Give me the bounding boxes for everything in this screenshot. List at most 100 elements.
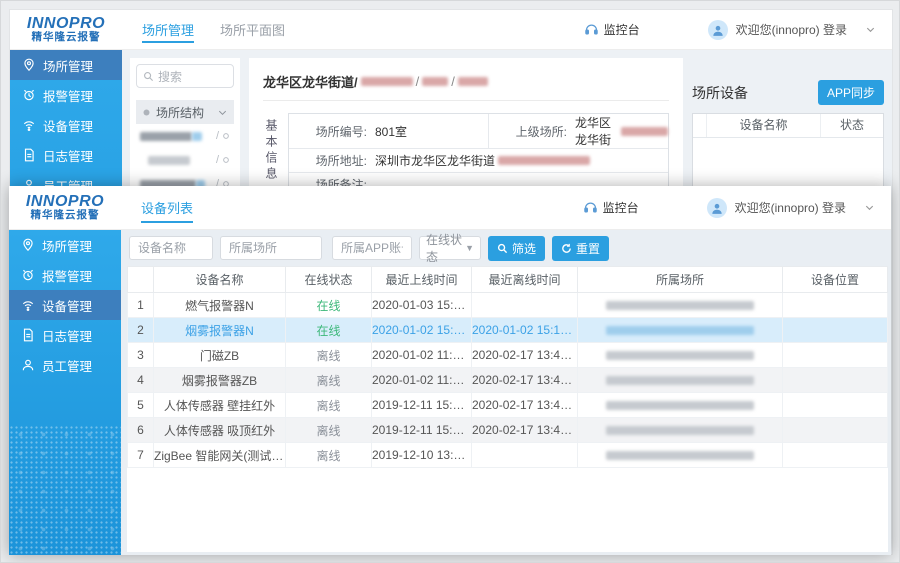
location-cell [783,293,888,318]
tree-item[interactable]: / [136,148,234,172]
tree-item-actions[interactable]: / [216,130,230,142]
redacted-text [606,451,754,460]
sidebar-item-staff[interactable]: 员工管理 [9,350,121,380]
last-online-cell: 2020-01-03 15:59:34 [372,293,472,318]
user-menu-chevron[interactable] [864,202,875,213]
logo-text: INNOPRO [27,16,105,33]
monitor-link[interactable]: 监控台 [584,21,640,38]
redacted-text [606,326,754,335]
status-badge: 离线 [316,349,340,363]
location-cell [783,418,888,443]
gear-icon [222,156,230,164]
monitor-link[interactable]: 监控台 [583,199,639,216]
monitor-label: 监控台 [603,199,639,216]
sidebar-item-devices[interactable]: 设备管理 [9,290,121,320]
last-offline-cell: 2020-02-17 13:44:13 [472,368,578,393]
table-row[interactable]: 7 ZigBee 智能网关(测试-韦) 离线 2019-12-10 13:36:… [128,443,888,468]
last-online-cell: 2020-01-02 11:38:08 [372,343,472,368]
device-name-cell[interactable]: ZigBee 智能网关(测试-韦) [154,443,286,468]
table-row[interactable]: 1 燃气报警器N 在线 2020-01-03 15:59:34 [128,293,888,318]
device-name-cell[interactable]: 人体传感器 壁挂红外 [154,393,286,418]
refresh-icon [561,243,572,254]
front-header-right: 监控台 欢迎您(innopro) 登录 [583,186,891,229]
app-account-filter-input[interactable] [332,236,412,260]
last-online-cell: 2020-01-02 15:17:12 [372,318,472,343]
breadcrumb-prefix: 龙华区龙华街道/ [263,72,358,91]
device-name-cell[interactable]: 门磁ZB [154,343,286,368]
sidebar-item-places[interactable]: 场所管理 [9,230,121,260]
logo-subtitle: 精华隆云报警 [31,210,100,221]
sidebar-label: 日志管理 [42,326,92,345]
device-name-cell[interactable]: 燃气报警器N [154,293,286,318]
tree-item-actions[interactable]: / [216,154,230,166]
sidebar-item-alarms[interactable]: 报警管理 [9,260,121,290]
search-placeholder: 搜索 [158,68,182,85]
headset-icon [584,22,599,37]
location-cell [783,368,888,393]
select-arrow-icon: ▼ [465,243,474,253]
front-header: INNOPRO 精华隆云报警 设备列表 监控台 欢迎您(innopro) 登录 [9,186,891,230]
tab-place-floorplan[interactable]: 场所平面图 [220,10,285,49]
status-badge: 离线 [316,374,340,388]
place-filter-input[interactable] [220,236,322,260]
gear-icon [222,132,230,140]
table-row-selected[interactable]: 2 烟雾报警器N 在线 2020-01-02 15:17:12 2020-01-… [128,318,888,343]
avatar[interactable] [707,198,727,218]
place-cell [578,393,783,418]
welcome-text: 欢迎您(innopro) 登录 [735,199,846,216]
device-name-filter-input[interactable] [129,236,213,260]
table-row[interactable]: 3 门磁ZB 离线 2020-01-02 11:38:08 2020-02-17… [128,343,888,368]
redacted-text [458,77,488,86]
app-sync-button[interactable]: APP同步 [818,80,884,105]
reset-button[interactable]: 重置 [552,236,609,261]
status-badge: 离线 [316,424,340,438]
alarm-icon [21,268,35,282]
tree-title: 场所结构 [156,104,204,121]
user-menu-chevron[interactable] [865,24,876,35]
sidebar-item-logs[interactable]: 日志管理 [9,320,121,350]
sidebar-label: 员工管理 [42,356,92,375]
tree-search-input[interactable]: 搜索 [136,64,234,88]
table-row[interactable]: 6 人体传感器 吸顶红外 离线 2019-12-11 15:36:53 2020… [128,418,888,443]
app-stage: INNOPRO 精华隆云报警 场所管理 场所平面图 监控台 欢迎您(innopr… [0,0,900,563]
col-place: 所属场所 [578,267,783,293]
device-name-cell[interactable]: 烟雾报警器N [154,318,286,343]
world-map-decoration [9,425,121,555]
device-name-cell[interactable]: 人体传感器 吸顶红外 [154,418,286,443]
table-row[interactable]: 5 人体传感器 壁挂红外 离线 2019-12-11 15:42:30 2020… [128,393,888,418]
col-device-status: 状态 [821,114,883,137]
sidebar-item-alarms[interactable]: 报警管理 [10,80,122,110]
breadcrumb: 龙华区龙华街道/ / / [263,66,669,101]
avatar[interactable] [708,20,728,40]
last-offline-cell [472,443,578,468]
monitor-label: 监控台 [604,21,640,38]
sidebar-item-places[interactable]: 场所管理 [10,50,122,80]
place-cell [578,293,783,318]
user-icon [710,201,724,215]
front-sidebar: 场所管理 报警管理 设备管理 日志管理 员工管理 [9,230,121,555]
signal-icon [21,298,35,312]
chevron-down-icon [864,202,875,213]
dot-icon [142,108,151,117]
online-status-select[interactable]: 在线状态 ▼ [419,236,481,260]
table-row[interactable]: 4 烟雾报警器ZB 离线 2020-01-02 11:33:49 2020-02… [128,368,888,393]
tree-root-toggle[interactable]: 场所结构 [136,100,234,124]
tab-device-list[interactable]: 设备列表 [141,186,193,229]
last-online-cell: 2019-12-10 13:36:12 [372,443,472,468]
field-label: 场所编号: [289,123,367,140]
place-cell [578,418,783,443]
welcome-text: 欢迎您(innopro) 登录 [736,21,847,38]
redacted-text [148,156,190,165]
sidebar-item-devices[interactable]: 设备管理 [10,110,122,140]
tab-place-management[interactable]: 场所管理 [142,10,194,49]
redacted-text [606,351,754,360]
sidebar-item-logs[interactable]: 日志管理 [10,140,122,170]
redacted-text [140,132,192,141]
document-icon [22,148,36,162]
sidebar-label: 报警管理 [43,86,93,105]
redacted-text [606,426,754,435]
device-name-cell[interactable]: 烟雾报警器ZB [154,368,286,393]
filter-button[interactable]: 筛选 [488,236,545,261]
tree-item[interactable]: / [136,124,234,148]
sidebar-label: 设备管理 [43,116,93,135]
